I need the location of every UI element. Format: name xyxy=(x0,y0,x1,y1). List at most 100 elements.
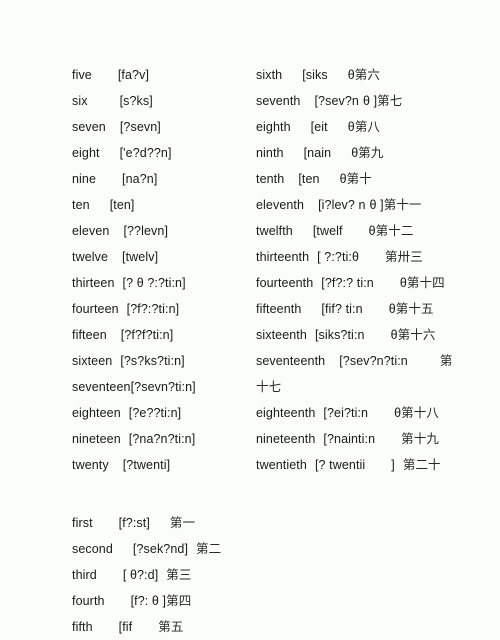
vocab-row: twelfth [twelf θ第十二 xyxy=(256,218,494,244)
cardinal-phonetic: [??levn] xyxy=(123,224,169,238)
cardinal-numbers-column: five [fa?v] six [s?ks] seven [?sevn] eight [… xyxy=(72,62,252,478)
ordinal-phonetic: [nain xyxy=(303,146,332,160)
vocab-row: eighth [eit θ第八 xyxy=(256,114,494,140)
vocab-row: eight ['e?d??n] xyxy=(72,140,252,166)
ordinal-phonetic: [f?: xyxy=(130,594,152,608)
chinese-gloss: 第十一 xyxy=(383,197,422,212)
chinese-gloss-continued: 十七 xyxy=(256,379,282,394)
vocab-row: twenty [?twenti] xyxy=(72,452,252,478)
ordinal-phonetic: [twelf xyxy=(312,224,343,238)
ordinal-phonetic: [siks xyxy=(302,68,328,82)
vocab-row: ninth [nain θ第九 xyxy=(256,140,494,166)
ordinal-word: fourth xyxy=(72,594,105,608)
ordinal-word: second xyxy=(72,542,113,556)
cardinal-phonetic: [?twenti] xyxy=(122,458,171,472)
chinese-gloss: 第七 xyxy=(377,93,403,108)
ordinal-numbers-column: sixth [siks θ 第六 seventh [?sev?n θ ]第七 eighth… xyxy=(256,62,494,478)
chinese-gloss: 第十 xyxy=(346,171,372,186)
vocab-row: eighteen [?e??ti:n] xyxy=(72,400,252,426)
cardinal-phonetic: [?e??ti:n] xyxy=(128,406,182,420)
vocab-row: fifteen [?f?f?ti:n] xyxy=(72,322,252,348)
ordinal-word: seventh xyxy=(256,94,301,108)
cardinal-word: fifteen xyxy=(72,328,107,342)
ordinal-word: tenth xyxy=(256,172,285,186)
ordinal-word: nineteenth xyxy=(256,432,316,446)
vocab-row: sixteenth [siks?ti:n θ第十六 xyxy=(256,322,494,348)
vocab-row: five [fa?v] xyxy=(72,62,252,88)
vocab-row: nineteenth [?nainti:n 第十九 xyxy=(256,426,494,452)
vocab-row: six [s?ks] xyxy=(72,88,252,114)
cardinal-phonetic: [?sevn] xyxy=(119,120,161,134)
vocab-row: eleven [??levn] xyxy=(72,218,252,244)
chinese-gloss: 第二 xyxy=(196,541,222,556)
chinese-gloss: 第二十 xyxy=(402,457,441,472)
chinese-gloss: 第十八 xyxy=(401,405,439,420)
ordinal-word: eighth xyxy=(256,120,291,134)
cardinal-phonetic: [ten] xyxy=(109,198,135,212)
cardinal-phonetic: [s?ks] xyxy=(119,94,153,108)
cardinal-word: five xyxy=(72,68,92,82)
vocab-row: seventh [?sev?n θ ]第七 xyxy=(256,88,494,114)
ordinal-phonetic: [fif xyxy=(118,620,133,634)
cardinal-word: thirteen xyxy=(72,276,115,290)
cardinal-phonetic: [na?n] xyxy=(122,172,158,186)
cardinal-word: fourteen xyxy=(72,302,119,316)
vocab-row: second [?sek?nd] 第二 xyxy=(72,536,372,562)
vocab-row: first [f?:st] 第一 xyxy=(72,510,372,536)
ordinal-phonetic-mark: θ xyxy=(399,276,407,290)
vocab-row: seventeen[?sevn?ti:n] xyxy=(72,374,252,400)
vocab-row: twelve [twelv] xyxy=(72,244,252,270)
ordinal-phonetic-mark: θ xyxy=(339,172,347,186)
vocab-row: twentieth [? twentii] 第二十 xyxy=(256,452,494,478)
cardinal-word: twenty xyxy=(72,458,109,472)
vocab-row: seventeenth [?sev?n?ti:n 第十七 xyxy=(256,348,494,400)
vocab-row: sixteen [?s?ks?ti:n] xyxy=(72,348,252,374)
chinese-gloss: 第九 xyxy=(358,145,384,160)
cardinal-phonetic: [fa?v] xyxy=(117,68,150,82)
ordinal-word: ninth xyxy=(256,146,284,160)
chinese-gloss: 第五 xyxy=(158,619,184,634)
cardinal-phonetic: [?s?ks?ti:n] xyxy=(120,354,185,368)
ordinal-phonetic: [?sev?n xyxy=(314,94,359,108)
ordinal-phonetic-mark: θ ] xyxy=(362,94,378,108)
ordinal-phonetic: [?nainti:n xyxy=(323,432,376,446)
ordinal-phonetic: [eit xyxy=(310,120,328,134)
chinese-gloss: 第十六 xyxy=(397,327,436,342)
cardinal-phonetic: [?f?:?ti:n] xyxy=(126,302,180,316)
chinese-gloss: 第十九 xyxy=(401,431,439,446)
chinese-gloss: 第十二 xyxy=(375,223,414,238)
chinese-gloss: 第卅三 xyxy=(385,249,423,264)
chinese-gloss: 第十四 xyxy=(406,275,445,290)
vocab-row: nineteen [?na?n?ti:n] xyxy=(72,426,252,452)
ordinal-phonetic-mark: θ xyxy=(368,224,376,238)
vocab-row: fourth [f?: θ ]第四 xyxy=(72,588,372,614)
ordinal-phonetic-mark: θ ] xyxy=(151,594,167,608)
ordinal-phonetic: [siks?ti:n xyxy=(314,328,365,342)
ordinal-phonetic-mark: θ xyxy=(390,328,398,342)
ordinals-first-to-fifth-block: first [f?:st] 第一 second [?sek?nd] 第二 third [ … xyxy=(72,510,372,640)
vocab-row: fourteen [?f?:?ti:n] xyxy=(72,296,252,322)
vocab-row: eleventh [i?lev? nθ ]第十一 xyxy=(256,192,494,218)
cardinal-word: eight xyxy=(72,146,100,160)
ordinal-word: fourteenth xyxy=(256,276,314,290)
cardinal-phonetic: ['e?d??n] xyxy=(119,146,172,160)
ordinal-phonetic-mark: θ xyxy=(347,120,355,134)
ordinal-word: sixth xyxy=(256,68,283,82)
ordinal-phonetic: [i?lev? n xyxy=(318,198,366,212)
ordinal-phonetic: [ ?:?ti:θ xyxy=(317,250,360,264)
cardinal-phonetic: [? θ ?:?ti:n] xyxy=(122,276,186,290)
chinese-gloss: 第一 xyxy=(169,515,196,530)
cardinal-phonetic: [twelv] xyxy=(122,250,159,264)
vocab-row: thirteen [? θ ?:?ti:n] xyxy=(72,270,252,296)
scanned-page: five [fa?v] six [s?ks] seven [?sevn] eight [… xyxy=(0,0,500,637)
chinese-gloss: 第六 xyxy=(354,67,380,82)
ordinal-phonetic-mark: θ xyxy=(388,302,396,316)
vocab-row: tenth [ten θ第十 xyxy=(256,166,494,192)
vocab-row: sixth [siks θ第六 xyxy=(256,62,494,88)
cardinal-word: seven xyxy=(72,120,106,134)
vocab-row: seven [?sevn] xyxy=(72,114,252,140)
ordinal-phonetic: [? twentii xyxy=(314,458,366,472)
cardinal-word: eighteen xyxy=(72,406,121,420)
ordinal-word: twentieth xyxy=(256,458,307,472)
chinese-gloss: 第三 xyxy=(166,567,192,582)
